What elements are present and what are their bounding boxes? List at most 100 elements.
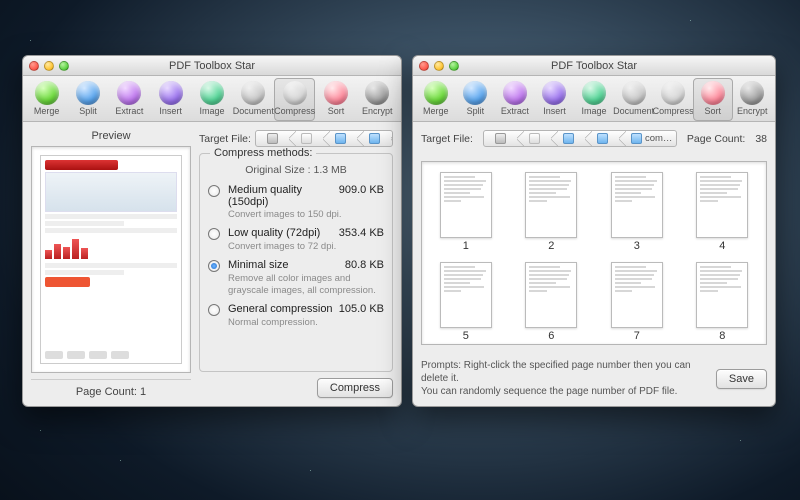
breadcrumb-segment[interactable] <box>358 131 392 146</box>
breadcrumb-segment[interactable] <box>586 131 620 146</box>
toolbar-item-sort[interactable]: Sort <box>315 78 356 121</box>
breadcrumb-segment[interactable] <box>518 131 552 146</box>
merge-icon <box>35 81 59 105</box>
toolbar-item-label: Merge <box>423 106 449 116</box>
compress-icon <box>283 81 307 105</box>
toolbar-item-encrypt[interactable]: Encrypt <box>733 78 773 121</box>
sort-icon <box>701 81 725 105</box>
close-icon[interactable] <box>29 61 39 71</box>
page-thumbnail[interactable] <box>525 262 577 328</box>
toolbar-item-label: Encrypt <box>737 106 768 116</box>
breadcrumb-segment[interactable] <box>256 131 290 146</box>
minimize-icon[interactable] <box>44 61 54 71</box>
save-button[interactable]: Save <box>716 369 767 389</box>
target-file-breadcrumb[interactable]: com… <box>483 130 677 147</box>
toolbar-item-image[interactable]: Image <box>191 78 232 121</box>
page-thumbnail[interactable] <box>611 172 663 238</box>
preview-heading: Preview <box>31 130 191 142</box>
toolbar-item-sort[interactable]: Sort <box>693 78 733 121</box>
toolbar-item-label: Encrypt <box>362 106 393 116</box>
page-cell[interactable]: 3 <box>603 172 671 258</box>
window-title: PDF Toolbox Star <box>23 60 401 72</box>
toolbar-item-label: Image <box>582 106 607 116</box>
breadcrumb-segment[interactable] <box>324 131 358 146</box>
toolbar-item-label: Compress <box>653 106 694 116</box>
page-number: 8 <box>719 330 725 342</box>
page-thumbnail[interactable] <box>440 262 492 328</box>
radio-icon[interactable] <box>208 260 220 272</box>
page-cell[interactable]: 6 <box>518 262 586 345</box>
toolbar-item-extract[interactable]: Extract <box>495 78 535 121</box>
page-thumbnail[interactable] <box>440 172 492 238</box>
toolbar-item-merge[interactable]: Merge <box>26 78 67 121</box>
breadcrumb-segment[interactable]: com… <box>620 131 677 146</box>
page-number: 7 <box>634 330 640 342</box>
extract-icon <box>117 81 141 105</box>
preview-pane <box>31 146 191 373</box>
titlebar[interactable]: PDF Toolbox Star <box>23 56 401 76</box>
close-icon[interactable] <box>419 61 429 71</box>
toolbar-item-encrypt[interactable]: Encrypt <box>357 78 398 121</box>
toolbar-item-compress[interactable]: Compress <box>653 78 693 121</box>
compress-methods-legend: Compress methods: <box>210 147 316 159</box>
breadcrumb-segment[interactable] <box>290 131 324 146</box>
split-icon <box>463 81 487 105</box>
radio-icon[interactable] <box>208 185 220 197</box>
compress-methods-group: Compress methods: Original Size : 1.3 MB… <box>199 153 393 372</box>
page-count-label: Page Count: <box>76 386 137 398</box>
page-number: 3 <box>634 240 640 252</box>
zoom-icon[interactable] <box>449 61 459 71</box>
window-title: PDF Toolbox Star <box>413 60 775 72</box>
compress-option-general[interactable]: General compression105.0 KBNormal compre… <box>208 303 384 329</box>
compress-button[interactable]: Compress <box>317 378 393 398</box>
page-cell[interactable]: 5 <box>432 262 500 345</box>
toolbar-item-compress[interactable]: Compress <box>274 78 315 121</box>
compress-icon <box>661 81 685 105</box>
minimize-icon[interactable] <box>434 61 444 71</box>
option-desc: Remove all color images and grayscale im… <box>228 273 384 297</box>
page-cell[interactable]: 4 <box>689 172 757 258</box>
page-thumbnail[interactable] <box>696 262 748 328</box>
toolbar-item-split[interactable]: Split <box>456 78 496 121</box>
radio-icon[interactable] <box>208 228 220 240</box>
insert-icon <box>159 81 183 105</box>
toolbar: MergeSplit Extract InsertImageDocumentComp… <box>23 76 401 122</box>
insert-icon <box>542 81 566 105</box>
toolbar-item-insert[interactable]: Insert <box>535 78 575 121</box>
toolbar-item-split[interactable]: Split <box>67 78 108 121</box>
breadcrumb-segment[interactable] <box>552 131 586 146</box>
page-count-value: 1 <box>140 386 146 398</box>
toolbar-item-label: Compress <box>274 106 315 116</box>
option-size: 353.4 KB <box>339 227 384 239</box>
target-file-label: Target File: <box>421 133 473 145</box>
titlebar[interactable]: PDF Toolbox Star <box>413 56 775 76</box>
toolbar-item-insert[interactable]: Insert <box>150 78 191 121</box>
toolbar-item-merge[interactable]: Merge <box>416 78 456 121</box>
option-label: Minimal size <box>228 259 339 271</box>
option-size: 909.0 KB <box>339 184 384 196</box>
page-cell[interactable]: 1 <box>432 172 500 258</box>
toolbar-item-image[interactable]: Image <box>574 78 614 121</box>
zoom-icon[interactable] <box>59 61 69 71</box>
toolbar-item-document[interactable]: Document <box>614 78 654 121</box>
pages-grid-pane[interactable]: 12345678 <box>421 161 767 345</box>
toolbar-item-label: Document <box>613 106 654 116</box>
page-cell[interactable]: 8 <box>689 262 757 345</box>
toolbar-item-document[interactable]: Document <box>233 78 274 121</box>
radio-icon[interactable] <box>208 304 220 316</box>
page-cell[interactable]: 2 <box>518 172 586 258</box>
breadcrumb-segment[interactable]: Leading-Deb… <box>392 131 393 146</box>
compress-option-medium[interactable]: Medium quality (150dpi)909.0 KBConvert i… <box>208 184 384 221</box>
page-thumbnail[interactable] <box>696 172 748 238</box>
page-count-value: 38 <box>755 133 767 145</box>
fold-icon <box>631 133 642 144</box>
compress-option-minimal[interactable]: Minimal size80.8 KBRemove all color imag… <box>208 259 384 297</box>
breadcrumb-segment[interactable] <box>484 131 518 146</box>
toolbar-item-label: Extract <box>115 106 143 116</box>
page-thumbnail[interactable] <box>525 172 577 238</box>
page-cell[interactable]: 7 <box>603 262 671 345</box>
page-thumbnail[interactable] <box>611 262 663 328</box>
toolbar-item-extract[interactable]: Extract <box>109 78 150 121</box>
target-file-breadcrumb[interactable]: Leading-Deb… <box>255 130 393 147</box>
compress-option-low[interactable]: Low quality (72dpi)353.4 KBConvert image… <box>208 227 384 253</box>
